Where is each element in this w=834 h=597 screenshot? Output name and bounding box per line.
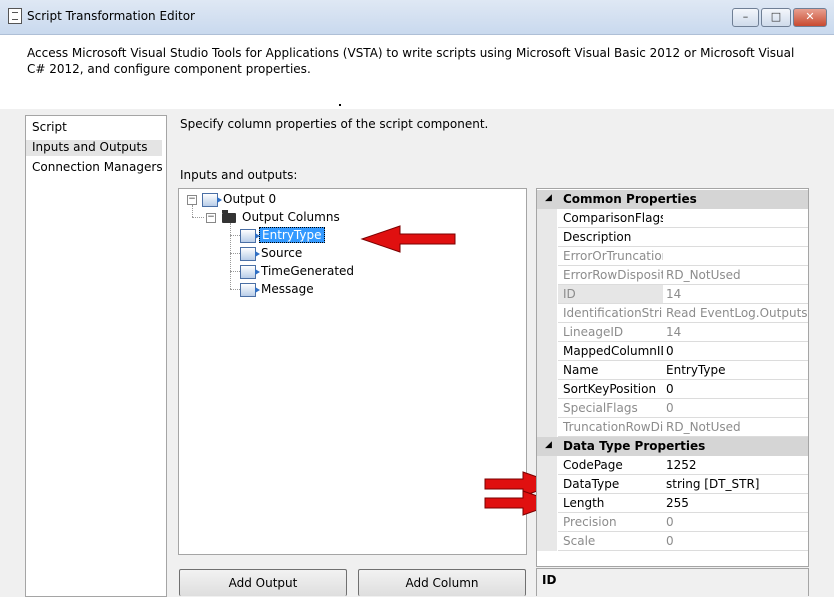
- output-icon: [202, 193, 222, 207]
- tree-line: [230, 253, 240, 254]
- close-button[interactable]: ✕: [793, 8, 827, 27]
- tree-column-entrytype[interactable]: EntryType: [259, 227, 325, 243]
- property-name: Precision: [558, 513, 668, 532]
- script-app-icon: [8, 8, 22, 24]
- property-value[interactable]: [663, 209, 808, 228]
- tree-output-node[interactable]: Output 0: [223, 192, 276, 206]
- tree-column-source[interactable]: Source: [261, 246, 302, 260]
- property-grid[interactable]: ◢ Common Properties ComparisonFlags Desc…: [536, 188, 809, 567]
- tree-column-timegenerated[interactable]: TimeGenerated: [261, 264, 354, 278]
- property-row[interactable]: LineageID 14: [537, 323, 808, 342]
- property-row[interactable]: CodePage 1252: [537, 456, 808, 475]
- maximize-button[interactable]: □: [761, 8, 791, 27]
- column-icon: [240, 229, 260, 243]
- property-row[interactable]: Precision 0: [537, 513, 808, 532]
- property-value[interactable]: 0: [663, 380, 808, 399]
- property-row[interactable]: ComparisonFlags: [537, 209, 808, 228]
- category-common-properties[interactable]: ◢ Common Properties: [537, 190, 808, 209]
- property-row[interactable]: ID 14: [537, 285, 808, 304]
- column-icon: [240, 265, 260, 279]
- property-value: 14: [663, 323, 808, 342]
- header-panel: Access Microsoft Visual Studio Tools for…: [0, 35, 834, 109]
- property-name: ErrorRowDisposition: [558, 266, 668, 285]
- property-row[interactable]: SpecialFlags 0: [537, 399, 808, 418]
- window-title: Script Transformation Editor: [27, 9, 195, 23]
- property-value: Read EventLog.Outputs[Out: [663, 304, 808, 323]
- property-row[interactable]: Name EntryType: [537, 361, 808, 380]
- property-row[interactable]: MappedColumnID 0: [537, 342, 808, 361]
- property-value[interactable]: 1252: [663, 456, 808, 475]
- page-description: Specify column properties of the script …: [180, 117, 489, 131]
- property-value: RD_NotUsed: [663, 266, 808, 285]
- property-name: SpecialFlags: [558, 399, 668, 418]
- property-name: ID: [558, 285, 668, 304]
- property-row[interactable]: Description: [537, 228, 808, 247]
- property-value[interactable]: string [DT_STR]: [663, 475, 808, 494]
- property-row[interactable]: DataType string [DT_STR]: [537, 475, 808, 494]
- collapse-caret-icon[interactable]: ◢: [545, 440, 552, 450]
- collapse-columns-toggle[interactable]: −: [206, 213, 216, 223]
- property-name: DataType: [558, 475, 668, 494]
- property-value: 0: [663, 532, 808, 551]
- tree-line: [192, 205, 193, 217]
- property-name: TruncationRowDisposition: [558, 418, 668, 437]
- property-description-title: ID: [542, 573, 557, 587]
- property-name: MappedColumnID: [558, 342, 668, 361]
- property-row[interactable]: IdentificationString Read EventLog.Output…: [537, 304, 808, 323]
- add-output-button[interactable]: Add Output: [179, 569, 347, 596]
- collapse-caret-icon[interactable]: ◢: [545, 193, 552, 203]
- tree-line: [230, 223, 231, 289]
- page-navigation: Script Inputs and Outputs Connection Man…: [25, 115, 167, 597]
- property-value: 14: [663, 285, 808, 304]
- column-icon: [240, 283, 260, 297]
- property-value[interactable]: [663, 228, 808, 247]
- property-name: IdentificationString: [558, 304, 668, 323]
- property-description-panel: ID: [536, 568, 809, 596]
- property-value: RD_NotUsed: [663, 418, 808, 437]
- collapse-output-toggle[interactable]: −: [187, 195, 197, 205]
- property-name: LineageID: [558, 323, 668, 342]
- property-name: ErrorOrTruncationOperation: [558, 247, 668, 266]
- property-value: [663, 247, 808, 266]
- property-name: Scale: [558, 532, 668, 551]
- property-name: Length: [558, 494, 668, 513]
- tree-line: [230, 289, 240, 290]
- add-column-button[interactable]: Add Column: [358, 569, 526, 596]
- property-row[interactable]: Length 255: [537, 494, 808, 513]
- header-description: Access Microsoft Visual Studio Tools for…: [27, 46, 795, 76]
- property-name: ComparisonFlags: [558, 209, 668, 228]
- property-name: Name: [558, 361, 668, 380]
- title-bar: Script Transformation Editor – □ ✕: [0, 0, 834, 35]
- tree-column-message[interactable]: Message: [261, 282, 314, 296]
- property-row[interactable]: SortKeyPosition 0: [537, 380, 808, 399]
- category-data-type-properties[interactable]: ◢ Data Type Properties: [537, 437, 808, 456]
- property-value[interactable]: 255: [663, 494, 808, 513]
- inputs-outputs-tree[interactable]: − Output 0 − Output Columns EntryType So…: [178, 188, 527, 555]
- stray-dot: [339, 104, 341, 106]
- property-name: CodePage: [558, 456, 668, 475]
- property-value: 0: [663, 399, 808, 418]
- tree-output-columns-node[interactable]: Output Columns: [242, 210, 340, 224]
- column-icon: [240, 247, 260, 261]
- nav-item-script[interactable]: Script: [32, 120, 67, 134]
- minimize-button[interactable]: –: [732, 8, 759, 27]
- folder-icon: [222, 210, 236, 223]
- property-name: SortKeyPosition: [558, 380, 668, 399]
- annotation-arrow-icon: [360, 225, 456, 253]
- tree-line: [230, 235, 240, 236]
- nav-item-inputs-and-outputs[interactable]: Inputs and Outputs: [26, 140, 162, 156]
- property-row[interactable]: ErrorRowDispositionRD_NotUsed: [537, 266, 808, 285]
- property-row[interactable]: TruncationRowDispositionRD_NotUsed: [537, 418, 808, 437]
- property-row[interactable]: Scale 0: [537, 532, 808, 551]
- property-value: 0: [663, 513, 808, 532]
- inputs-outputs-label: Inputs and outputs:: [180, 168, 298, 182]
- tree-line: [230, 271, 240, 272]
- property-row[interactable]: ErrorOrTruncationOperation: [537, 247, 808, 266]
- property-value[interactable]: 0: [663, 342, 808, 361]
- nav-item-connection-managers[interactable]: Connection Managers: [32, 160, 163, 174]
- property-value[interactable]: EntryType: [663, 361, 808, 380]
- tree-line: [192, 217, 204, 218]
- property-name: Description: [558, 228, 668, 247]
